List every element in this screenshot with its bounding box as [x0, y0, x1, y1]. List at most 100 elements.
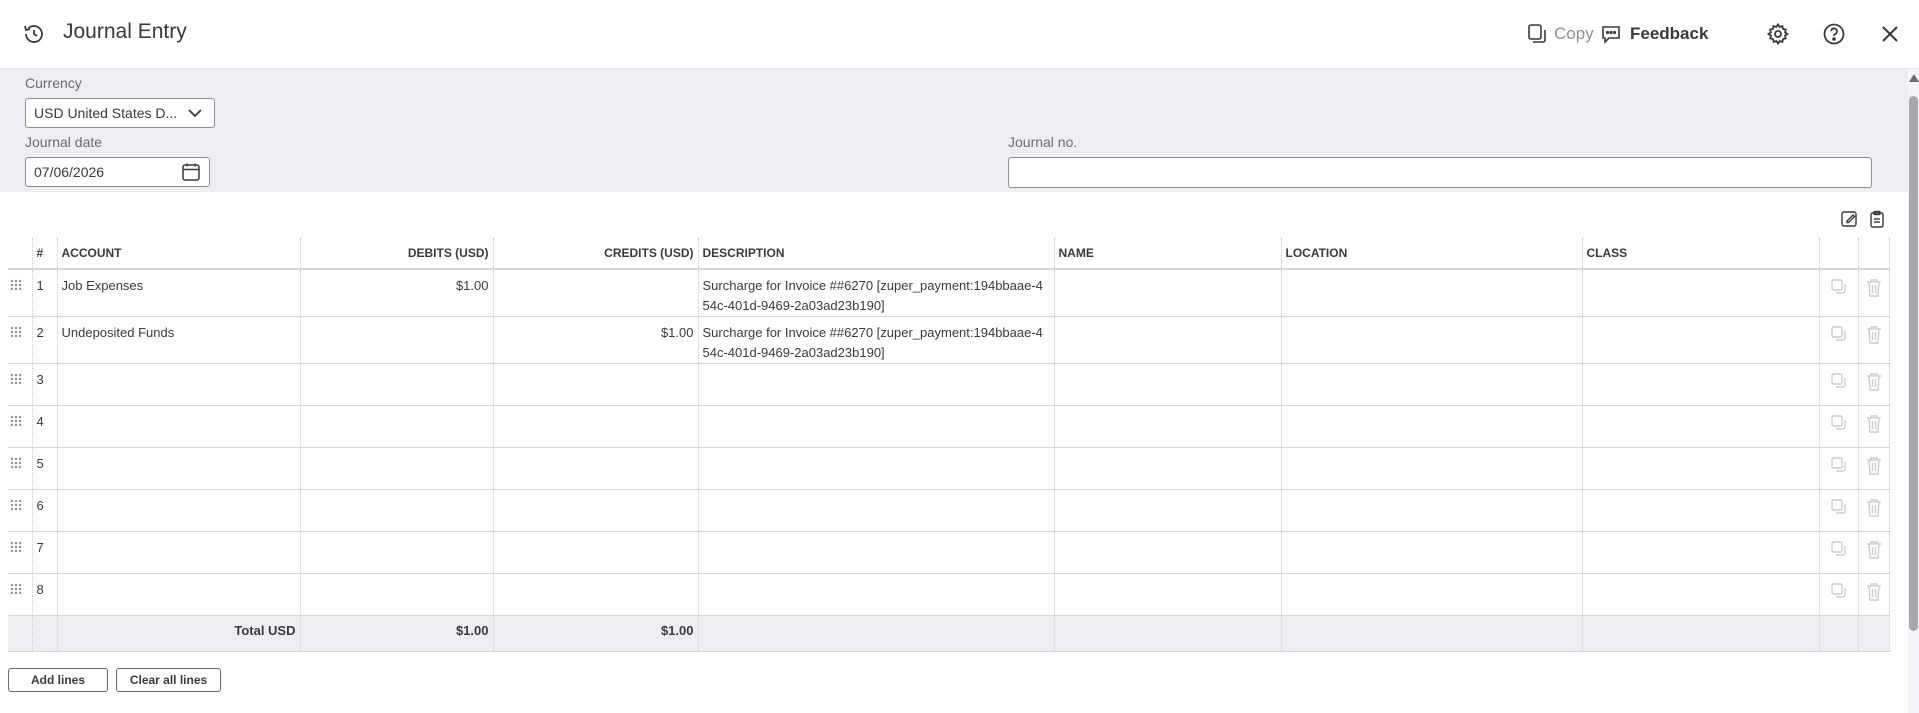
class-cell[interactable]: [1582, 573, 1820, 616]
credit-cell[interactable]: $1.00: [493, 316, 699, 364]
name-cell[interactable]: [1054, 531, 1282, 574]
class-cell[interactable]: [1582, 447, 1820, 490]
trash-icon[interactable]: [1865, 373, 1883, 395]
debit-cell[interactable]: [300, 316, 494, 364]
credit-cell[interactable]: [493, 531, 699, 574]
col-description[interactable]: DESCRIPTION: [698, 238, 1055, 270]
calendar-icon[interactable]: [181, 162, 201, 182]
table-row[interactable]: 6: [8, 489, 1890, 532]
duplicate-icon[interactable]: [1830, 541, 1848, 561]
duplicate-icon[interactable]: [1830, 279, 1848, 299]
credit-cell[interactable]: [493, 363, 699, 406]
duplicate-icon[interactable]: [1830, 499, 1848, 519]
duplicate-icon[interactable]: [1830, 326, 1848, 346]
credit-cell[interactable]: [493, 269, 699, 317]
description-cell[interactable]: [698, 489, 1055, 532]
col-credits[interactable]: CREDITS (USD): [493, 238, 699, 270]
drag-handle-icon[interactable]: [10, 583, 22, 599]
location-cell[interactable]: [1281, 316, 1583, 364]
drag-handle-icon[interactable]: [10, 415, 22, 431]
debit-cell[interactable]: [300, 405, 494, 448]
account-cell[interactable]: Undeposited Funds: [57, 316, 301, 364]
debit-cell[interactable]: [300, 363, 494, 406]
account-cell[interactable]: [57, 531, 301, 574]
location-cell[interactable]: [1281, 573, 1583, 616]
drag-handle-icon[interactable]: [10, 279, 22, 295]
help-icon[interactable]: [1822, 22, 1846, 46]
table-row[interactable]: 3: [8, 363, 1890, 406]
location-cell[interactable]: [1281, 405, 1583, 448]
name-cell[interactable]: [1054, 405, 1282, 448]
location-cell[interactable]: [1281, 269, 1583, 317]
scrollbar-thumb[interactable]: [1909, 96, 1918, 631]
col-debits[interactable]: DEBITS (USD): [300, 238, 494, 270]
credit-cell[interactable]: [493, 573, 699, 616]
drag-handle-icon[interactable]: [10, 373, 22, 389]
account-cell[interactable]: [57, 573, 301, 616]
account-cell[interactable]: [57, 363, 301, 406]
trash-icon[interactable]: [1865, 415, 1883, 437]
col-name[interactable]: NAME: [1054, 238, 1282, 270]
description-cell[interactable]: [698, 447, 1055, 490]
trash-icon[interactable]: [1865, 279, 1883, 301]
debit-cell[interactable]: [300, 573, 494, 616]
trash-icon[interactable]: [1865, 457, 1883, 479]
description-cell[interactable]: [698, 531, 1055, 574]
drag-handle-icon[interactable]: [10, 541, 22, 557]
table-row[interactable]: 5: [8, 447, 1890, 490]
description-cell[interactable]: Surcharge for Invoice ##6270 [zuper_paym…: [698, 316, 1055, 364]
drag-handle-icon[interactable]: [10, 457, 22, 473]
trash-icon[interactable]: [1865, 326, 1883, 348]
col-location[interactable]: LOCATION: [1281, 238, 1583, 270]
drag-handle-icon[interactable]: [10, 499, 22, 515]
scroll-up-arrow[interactable]: [1909, 74, 1919, 82]
debit-cell[interactable]: [300, 447, 494, 490]
history-icon[interactable]: [22, 22, 46, 46]
account-cell[interactable]: Job Expenses: [57, 269, 301, 317]
paste-icon[interactable]: [1868, 210, 1886, 228]
description-cell[interactable]: [698, 573, 1055, 616]
class-cell[interactable]: [1582, 269, 1820, 317]
col-class[interactable]: CLASS: [1582, 238, 1820, 270]
trash-icon[interactable]: [1865, 499, 1883, 521]
table-row[interactable]: 1 Job Expenses $1.00 Surcharge for Invoice …: [8, 269, 1890, 317]
name-cell[interactable]: [1054, 573, 1282, 616]
duplicate-icon[interactable]: [1830, 583, 1848, 603]
duplicate-icon[interactable]: [1830, 457, 1848, 477]
location-cell[interactable]: [1281, 489, 1583, 532]
name-cell[interactable]: [1054, 489, 1282, 532]
debit-cell[interactable]: [300, 489, 494, 532]
name-cell[interactable]: [1054, 316, 1282, 364]
location-cell[interactable]: [1281, 447, 1583, 490]
drag-handle-icon[interactable]: [10, 326, 22, 342]
credit-cell[interactable]: [493, 405, 699, 448]
debit-cell[interactable]: $1.00: [300, 269, 494, 317]
class-cell[interactable]: [1582, 489, 1820, 532]
location-cell[interactable]: [1281, 363, 1583, 406]
class-cell[interactable]: [1582, 405, 1820, 448]
class-cell[interactable]: [1582, 531, 1820, 574]
name-cell[interactable]: [1054, 363, 1282, 406]
debit-cell[interactable]: [300, 531, 494, 574]
feedback-button[interactable]: Feedback: [1600, 20, 1708, 48]
chevron-down-icon[interactable]: [187, 105, 203, 121]
description-cell[interactable]: [698, 405, 1055, 448]
duplicate-icon[interactable]: [1830, 415, 1848, 435]
duplicate-icon[interactable]: [1830, 373, 1848, 393]
journal-no-input[interactable]: [1008, 157, 1872, 188]
account-cell[interactable]: [57, 447, 301, 490]
edit-columns-icon[interactable]: [1840, 210, 1858, 228]
table-row[interactable]: 7: [8, 531, 1890, 574]
description-cell[interactable]: [698, 363, 1055, 406]
trash-icon[interactable]: [1865, 583, 1883, 605]
add-lines-button[interactable]: Add lines: [8, 668, 108, 692]
location-cell[interactable]: [1281, 531, 1583, 574]
table-row[interactable]: 4: [8, 405, 1890, 448]
credit-cell[interactable]: [493, 489, 699, 532]
name-cell[interactable]: [1054, 269, 1282, 317]
clear-all-lines-button[interactable]: Clear all lines: [116, 668, 221, 692]
class-cell[interactable]: [1582, 363, 1820, 406]
close-icon[interactable]: [1878, 22, 1902, 46]
col-account[interactable]: ACCOUNT: [57, 238, 301, 270]
name-cell[interactable]: [1054, 447, 1282, 490]
